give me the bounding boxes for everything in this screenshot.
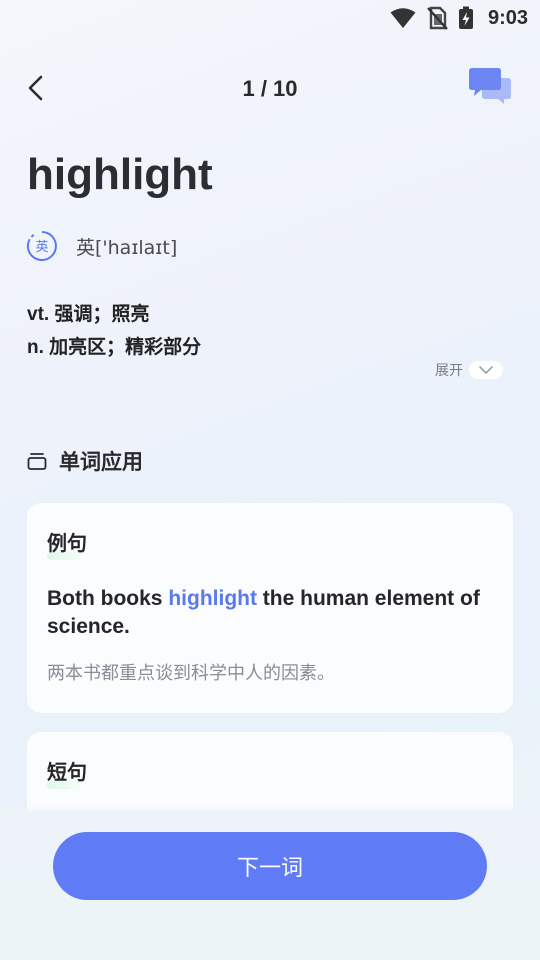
section-header: 单词应用 xyxy=(27,446,143,476)
chat-button[interactable] xyxy=(468,66,512,106)
word-title: highlight xyxy=(27,150,213,199)
status-bar: 9:03 xyxy=(0,0,540,36)
card-label: 短句 xyxy=(47,756,87,789)
section-title: 单词应用 xyxy=(59,451,143,474)
card-label: 例句 xyxy=(47,527,87,560)
status-time: 9:03 xyxy=(487,6,528,29)
header: 1 / 10 xyxy=(0,60,540,116)
expand-button[interactable]: 展开 xyxy=(435,360,503,380)
example-sentence-card: 例句 Both books highlight the human elemen… xyxy=(27,503,513,713)
definition-item: vt. 强调；照亮 xyxy=(27,304,150,325)
phonetic-row: 英 英['haɪlaɪt] xyxy=(26,230,177,262)
chat-bubbles-icon xyxy=(469,68,511,104)
status-icons: 9:03 xyxy=(390,6,528,30)
cards-icon xyxy=(27,453,47,470)
sentence-translation: 两本书都重点谈到科学中人的因素。 xyxy=(47,663,335,683)
sentence-keyword: highlight xyxy=(168,587,257,610)
pronunciation-audio-button[interactable]: 英 xyxy=(26,230,58,262)
example-label: 例句 xyxy=(47,533,87,555)
uk-pronunciation-icon: 英 xyxy=(26,231,57,261)
next-word-button[interactable]: 下一词 xyxy=(53,832,487,900)
progress-counter: 1 / 10 xyxy=(242,76,298,101)
expand-label: 展开 xyxy=(435,362,463,378)
example-sentence: Both books highlight the human element o… xyxy=(47,585,487,641)
sentence-part: Both books xyxy=(47,587,169,610)
battery-charging-icon xyxy=(458,6,474,30)
chevron-down-icon xyxy=(469,361,503,379)
short-phrase-card: 短句 xyxy=(27,732,513,812)
accent-label: 英 xyxy=(35,240,48,255)
definition-item: n. 加亮区；精彩部分 xyxy=(27,337,202,358)
wifi-icon xyxy=(390,7,416,29)
definitions: vt. 强调；照亮 n. 加亮区；精彩部分 xyxy=(27,298,201,364)
short-label: 短句 xyxy=(47,762,87,784)
phonetic-text: 英['haɪlaɪt] xyxy=(76,236,178,259)
no-sim-icon xyxy=(426,6,448,30)
